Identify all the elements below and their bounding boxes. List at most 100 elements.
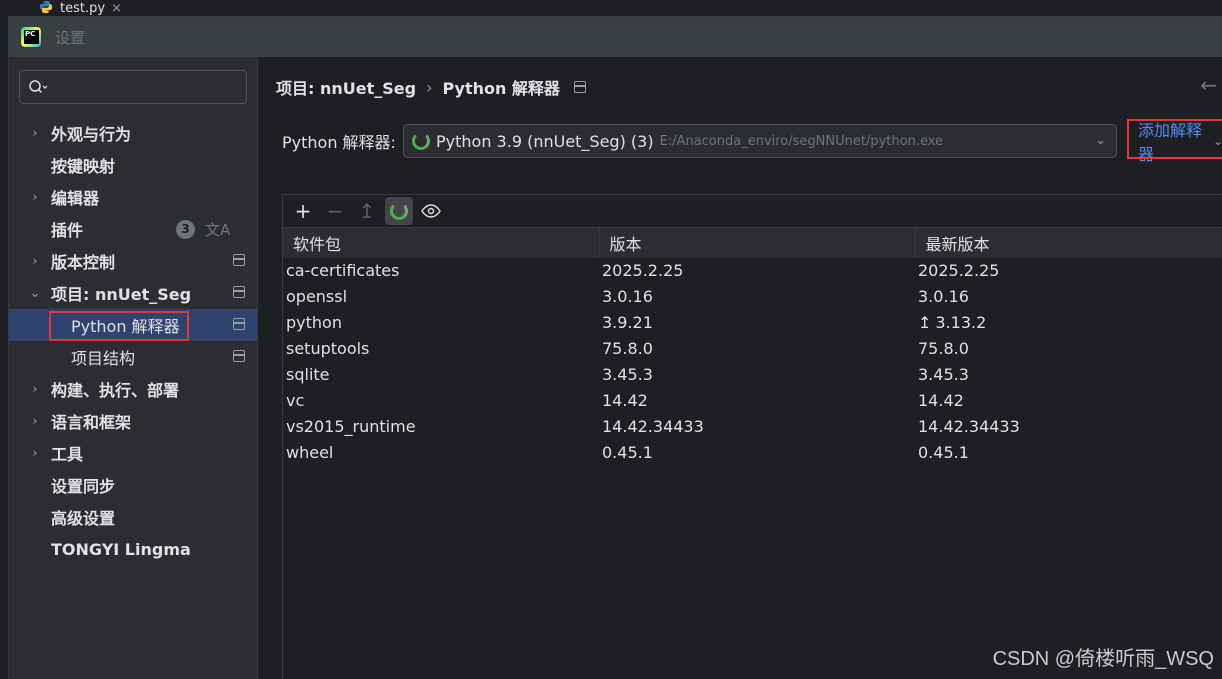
sidebar-item-advanced-settings[interactable]: 高级设置 — [9, 501, 257, 533]
settings-tree: › 外观与行为 按键映射 › 编辑器 插件 3 文A › 版本控制 ⌄ 项目: … — [9, 117, 257, 565]
table-row[interactable]: vc 14.42 14.42 — [283, 388, 1222, 414]
latest-version-label: 3.13.2 — [935, 313, 987, 332]
editor-file-tab-label: test.py — [60, 0, 106, 16]
chevron-down-icon[interactable]: ⌄ — [1213, 134, 1222, 148]
interpreter-path: E:/Anaconda_enviro/segNNUnet/python.exe — [659, 133, 944, 149]
chevron-right-icon[interactable]: › — [27, 382, 43, 397]
package-latest-cell: 0.45.1 — [918, 443, 969, 462]
package-name-cell: vs2015_runtime — [286, 417, 416, 436]
project-scope-icon — [233, 350, 245, 362]
dialog-titlebar: 设置 — [9, 17, 1221, 57]
sidebar-item-label: TONGYI Lingma — [51, 539, 191, 559]
interpreter-row: Python 解释器: Python 3.9 (nnUet_Seg) (3) E… — [282, 124, 1117, 158]
project-scope-icon — [233, 318, 245, 330]
table-row[interactable]: vs2015_runtime 14.42.34433 14.42.34433 — [283, 414, 1222, 440]
sidebar-item-label: 项目: nnUet_Seg — [51, 285, 192, 304]
column-header-version[interactable]: 版本 — [599, 227, 916, 258]
chevron-down-icon[interactable]: ⌄ — [27, 286, 43, 301]
package-name-cell: sqlite — [286, 365, 330, 384]
sidebar-item-appearance[interactable]: › 外观与行为 — [9, 117, 257, 149]
sidebar-item-tongyi-lingma[interactable]: TONGYI Lingma — [9, 533, 257, 565]
table-row[interactable]: setuptools 75.8.0 75.8.0 — [283, 336, 1222, 362]
add-interpreter-button[interactable]: 添加解释器 ⌄ — [1130, 121, 1222, 164]
table-row[interactable]: sqlite 3.45.3 3.45.3 — [283, 362, 1222, 388]
packages-panel: + − ↥ 软件包 版本 最新版本 ca-certificates 2025.2.… — [282, 194, 1222, 679]
sidebar-item-languages-frameworks[interactable]: › 语言和框架 — [9, 405, 257, 437]
sidebar-item-plugins[interactable]: 插件 3 文A — [9, 213, 257, 245]
table-row[interactable]: wheel 0.45.1 0.45.1 — [283, 440, 1222, 466]
sidebar-item-keymap[interactable]: 按键映射 — [9, 149, 257, 181]
table-row[interactable]: ca-certificates 2025.2.25 2025.2.25 — [283, 258, 1222, 284]
sidebar-item-version-control[interactable]: › 版本控制 — [9, 245, 257, 277]
sidebar-item-label: 外观与行为 — [51, 125, 132, 144]
add-package-icon[interactable]: + — [289, 197, 317, 225]
interpreter-name: Python 3.9 (nnUet_Seg) (3) — [436, 131, 654, 151]
sidebar-item-editor[interactable]: › 编辑器 — [9, 181, 257, 213]
eye-icon[interactable] — [417, 197, 445, 225]
package-version-cell: 75.8.0 — [602, 339, 653, 358]
sidebar-item-project-structure[interactable]: 项目结构 — [9, 341, 257, 373]
translate-icon: 文A — [205, 221, 231, 239]
refresh-spinner-icon[interactable] — [385, 197, 413, 225]
settings-dialog: 设置 › 外观与行为 按键映射 › 编辑器 — [8, 16, 1222, 679]
sidebar-item-tools[interactable]: › 工具 — [9, 437, 257, 469]
breadcrumb-separator: › — [426, 77, 433, 97]
sidebar-item-label: 按键映射 — [51, 157, 116, 176]
sidebar-item-label: 语言和框架 — [51, 413, 132, 432]
sidebar-item-label: 项目结构 — [71, 349, 136, 368]
close-icon[interactable]: × — [111, 1, 122, 16]
sidebar-item-project[interactable]: ⌄ 项目: nnUet_Seg — [9, 277, 257, 309]
dialog-title: 设置 — [55, 28, 86, 47]
package-version-cell: 3.9.21 — [602, 313, 653, 332]
sidebar-item-label: 设置同步 — [51, 477, 116, 496]
settings-search-input[interactable] — [19, 70, 247, 104]
packages-toolbar: + − ↥ — [283, 195, 1222, 227]
upgrade-package-icon[interactable]: ↥ — [353, 197, 381, 225]
chevron-right-icon[interactable]: › — [27, 446, 43, 461]
sidebar-item-label: 工具 — [51, 445, 84, 464]
sidebar-item-label: 构建、执行、部署 — [51, 381, 180, 400]
upgrade-available-icon[interactable]: ↥ — [918, 313, 931, 332]
chevron-down-icon[interactable]: ⌄ — [1095, 133, 1106, 148]
table-row[interactable]: python 3.9.21 ↥ 3.13.2 — [283, 310, 1222, 336]
chevron-right-icon[interactable]: › — [27, 414, 43, 429]
chevron-right-icon[interactable]: › — [27, 126, 43, 141]
package-version-cell: 2025.2.25 — [602, 261, 684, 280]
sidebar-item-label: 版本控制 — [51, 253, 116, 272]
settings-content: 项目: nnUet_Seg › Python 解释器 ← Python 解释器:… — [257, 57, 1222, 679]
pycharm-logo-icon — [21, 27, 41, 47]
plugins-update-badge: 3 — [176, 220, 195, 239]
loading-spinner-icon — [412, 132, 430, 150]
sidebar-item-python-interpreter[interactable]: Python 解释器 — [9, 309, 257, 341]
packages-table: 软件包 版本 最新版本 ca-certificates 2025.2.25 2025… — [283, 227, 1222, 466]
column-header-package[interactable]: 软件包 — [283, 227, 600, 258]
editor-file-tab[interactable]: test.py × — [38, 0, 122, 16]
breadcrumb-project[interactable]: 项目: nnUet_Seg — [276, 75, 416, 99]
sidebar-item-label: 插件 — [51, 221, 84, 240]
interpreter-select[interactable]: Python 3.9 (nnUet_Seg) (3) E:/Anaconda_e… — [403, 124, 1117, 158]
package-version-cell: 3.0.16 — [602, 287, 653, 306]
package-name-cell: vc — [286, 391, 305, 410]
table-row[interactable]: openssl 3.0.16 3.0.16 — [283, 284, 1222, 310]
package-latest-cell: 2025.2.25 — [918, 261, 1000, 280]
sidebar-item-build-execution[interactable]: › 构建、执行、部署 — [9, 373, 257, 405]
project-scope-icon — [573, 81, 586, 93]
chevron-right-icon[interactable]: › — [27, 190, 43, 205]
package-name-cell: ca-certificates — [286, 261, 400, 280]
package-latest-cell: 14.42.34433 — [918, 417, 1020, 436]
project-scope-icon — [233, 254, 245, 266]
chevron-right-icon[interactable]: › — [27, 254, 43, 269]
package-name-cell: openssl — [286, 287, 348, 306]
sidebar-item-label: 编辑器 — [51, 189, 100, 208]
back-arrow-icon[interactable]: ← — [1200, 73, 1217, 97]
package-version-cell: 14.42.34433 — [602, 417, 704, 436]
breadcrumb: 项目: nnUet_Seg › Python 解释器 — [276, 75, 586, 99]
interpreter-label: Python 解释器: — [282, 133, 396, 152]
settings-sidebar: › 外观与行为 按键映射 › 编辑器 插件 3 文A › 版本控制 ⌄ 项目: … — [9, 57, 257, 679]
package-name-cell: wheel — [286, 443, 334, 462]
project-scope-icon — [233, 286, 245, 298]
sidebar-item-settings-sync[interactable]: 设置同步 — [9, 469, 257, 501]
search-icon — [29, 80, 48, 94]
column-header-latest[interactable]: 最新版本 — [915, 227, 1222, 258]
remove-package-icon[interactable]: − — [321, 197, 349, 225]
